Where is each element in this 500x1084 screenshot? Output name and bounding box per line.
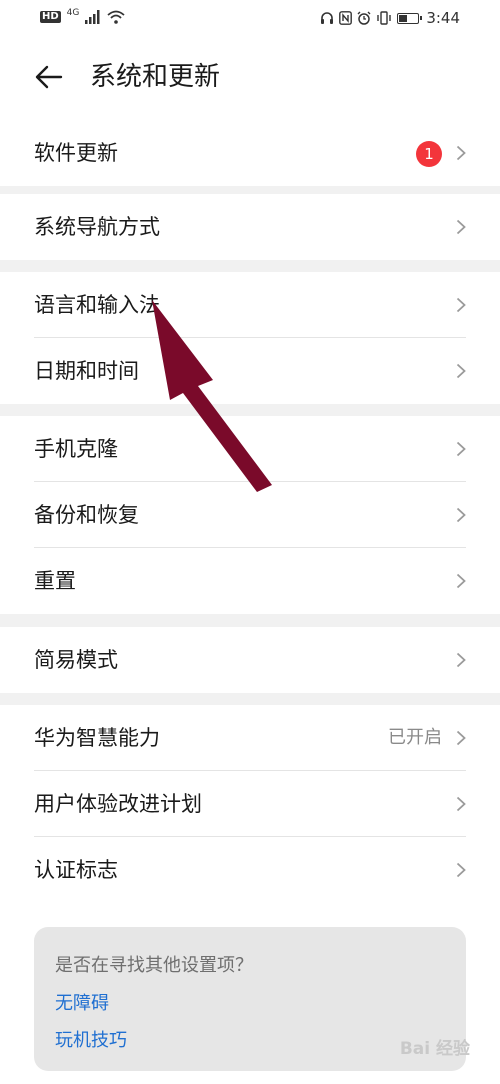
chevron-right-icon xyxy=(456,730,466,746)
menu-item-date-time[interactable]: 日期和时间 xyxy=(0,338,500,404)
menu-item-label: 重置 xyxy=(34,569,76,593)
headphone-icon xyxy=(321,12,334,24)
notification-badge: 1 xyxy=(416,141,442,167)
chevron-right-icon xyxy=(456,652,466,668)
hd-icon: HD xyxy=(40,11,61,23)
menu-item-user-experience[interactable]: 用户体验改进计划 xyxy=(0,771,500,837)
menu-item-reset[interactable]: 重置 xyxy=(0,548,500,614)
alarm-icon xyxy=(357,11,371,25)
baidu-watermark: Bai 经验 xyxy=(399,1039,470,1059)
menu-item-label: 备份和恢复 xyxy=(34,503,139,527)
wifi-icon xyxy=(107,10,125,24)
status-left: HD 4G xyxy=(40,8,125,24)
link-accessibility[interactable]: 无障碍 xyxy=(55,989,109,1015)
status-right: 3:44 xyxy=(320,9,460,27)
link-tips[interactable]: 玩机技巧 xyxy=(55,1026,127,1052)
menu-item-certification[interactable]: 认证标志 xyxy=(0,837,500,903)
settings-group-simple-mode: 简易模式 xyxy=(0,627,500,693)
signal-icon xyxy=(85,10,100,24)
page-title: 系统和更新 xyxy=(90,62,221,92)
menu-item-label: 语言和输入法 xyxy=(34,293,160,317)
battery-icon xyxy=(397,12,423,24)
menu-item-label: 软件更新 xyxy=(34,141,118,165)
chevron-right-icon xyxy=(456,796,466,812)
battery-level xyxy=(399,14,408,22)
settings-group-language-time: 语言和输入法 日期和时间 xyxy=(0,272,500,404)
menu-item-label: 日期和时间 xyxy=(34,359,139,383)
menu-item-label: 简易模式 xyxy=(34,648,118,672)
settings-group-navigation: 系统导航方式 xyxy=(0,194,500,260)
menu-item-label: 手机克隆 xyxy=(34,437,118,461)
chevron-right-icon xyxy=(456,862,466,878)
menu-item-language-input[interactable]: 语言和输入法 xyxy=(0,272,500,338)
settings-group-update: 软件更新 1 xyxy=(0,120,500,186)
menu-item-label: 认证标志 xyxy=(34,858,118,882)
page-header: 系统和更新 xyxy=(0,38,500,120)
menu-item-phone-clone[interactable]: 手机克隆 xyxy=(0,416,500,482)
chevron-right-icon xyxy=(456,297,466,313)
back-arrow-icon[interactable] xyxy=(34,62,64,92)
menu-item-software-update[interactable]: 软件更新 1 xyxy=(0,120,500,186)
chevron-right-icon xyxy=(456,145,466,161)
menu-item-system-navigation[interactable]: 系统导航方式 xyxy=(0,194,500,260)
chevron-right-icon xyxy=(456,441,466,457)
chevron-right-icon xyxy=(456,363,466,379)
menu-item-huawei-smart[interactable]: 华为智慧能力 已开启 xyxy=(0,705,500,771)
settings-group-more: 华为智慧能力 已开启 用户体验改进计划 认证标志 xyxy=(0,705,500,909)
vibrate-icon xyxy=(377,11,392,25)
clock: 3:44 xyxy=(426,9,460,27)
nfc-icon xyxy=(339,11,353,25)
chevron-right-icon xyxy=(456,573,466,589)
settings-group-backup: 手机克隆 备份和恢复 重置 xyxy=(0,416,500,614)
suggestion-question: 是否在寻找其他设置项？ xyxy=(55,955,253,976)
menu-item-simple-mode[interactable]: 简易模式 xyxy=(0,627,500,693)
chevron-right-icon xyxy=(456,219,466,235)
menu-item-label: 华为智慧能力 xyxy=(34,726,160,750)
chevron-right-icon xyxy=(456,507,466,523)
menu-item-label: 用户体验改进计划 xyxy=(34,792,202,816)
status-value: 已开启 xyxy=(388,727,442,748)
status-bar: HD 4G 3:44 xyxy=(0,0,500,38)
menu-item-backup-restore[interactable]: 备份和恢复 xyxy=(0,482,500,548)
network-type: 4G xyxy=(66,8,80,18)
menu-item-label: 系统导航方式 xyxy=(34,215,160,239)
